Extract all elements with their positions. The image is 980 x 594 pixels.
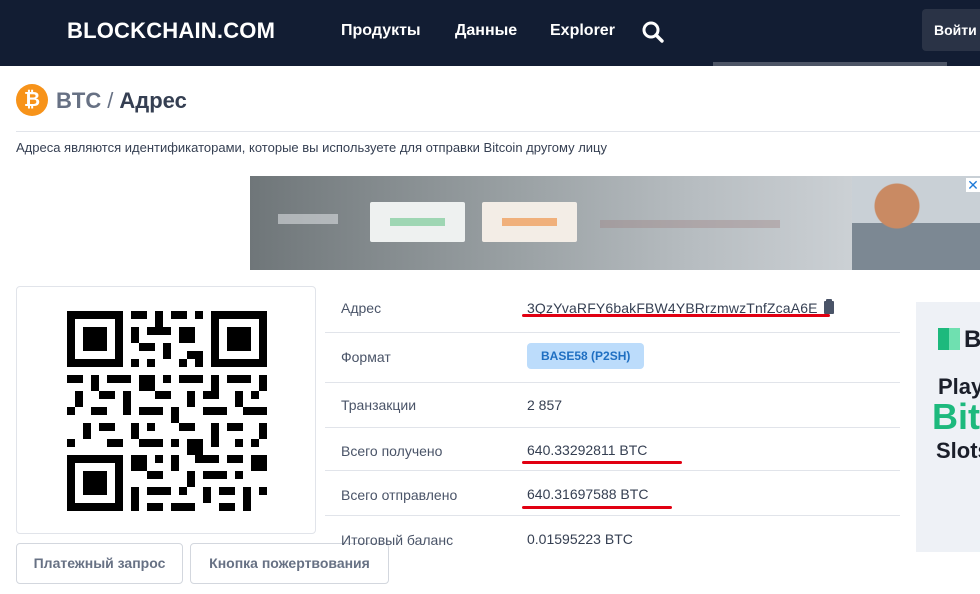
row-total-sent: Всего отправлено 640.31697588 BTC bbox=[325, 471, 900, 516]
row-label: Всего отправлено bbox=[341, 487, 458, 503]
search-icon[interactable] bbox=[640, 19, 666, 45]
nav-products[interactable]: Продукты bbox=[341, 22, 421, 40]
ad-logo-text: B bbox=[964, 326, 980, 353]
ad-close-icon[interactable]: ✕ bbox=[966, 178, 980, 192]
ad-image bbox=[852, 176, 980, 270]
nav-data[interactable]: Данные bbox=[455, 22, 517, 40]
ad-line: Slots bbox=[936, 438, 980, 463]
row-label: Всего получено bbox=[341, 443, 443, 459]
nav-explorer[interactable]: Explorer bbox=[550, 22, 615, 40]
ad-blurred-button bbox=[482, 202, 577, 242]
copy-icon[interactable] bbox=[823, 299, 834, 314]
annotation-underline bbox=[522, 314, 830, 317]
page-description: Адреса являются идентификаторами, которы… bbox=[16, 140, 607, 155]
row-final-balance: Итоговый баланс 0.01595223 BTC bbox=[325, 516, 900, 564]
row-transactions: Транзакции 2 857 bbox=[325, 383, 900, 428]
breadcrumb: BTC / Адрес bbox=[56, 88, 187, 114]
annotation-underline bbox=[522, 461, 682, 464]
row-value: BASE58 (P2SH) bbox=[527, 343, 645, 369]
row-label: Транзакции bbox=[341, 397, 417, 413]
bitcoin-icon: ₿ bbox=[16, 84, 48, 116]
row-total-received: Всего получено 640.33292811 BTC bbox=[325, 428, 900, 471]
row-format: Формат BASE58 (P2SH) bbox=[325, 333, 900, 383]
row-label: Адрес bbox=[341, 300, 382, 316]
row-label: Итоговый баланс bbox=[341, 532, 454, 548]
header-divider bbox=[713, 62, 947, 66]
ad-blurred-button bbox=[370, 202, 465, 242]
row-value: 2 857 bbox=[527, 397, 563, 413]
ad-blurred-text bbox=[278, 214, 338, 224]
row-address: Адрес 3QzYvaRFY6bakFBW4YBRrzmwzTnfZcaA6E bbox=[325, 285, 900, 333]
row-label: Формат bbox=[341, 349, 391, 365]
login-button[interactable]: Войти bbox=[922, 9, 980, 51]
annotation-underline bbox=[522, 506, 672, 509]
qr-code-image bbox=[67, 311, 267, 511]
payment-request-button[interactable]: Платежный запрос bbox=[16, 543, 183, 584]
ad-logo-icon bbox=[938, 328, 960, 350]
row-value: 0.01595223 BTC bbox=[527, 531, 633, 547]
ad-blurred-text bbox=[600, 220, 780, 228]
format-badge: BASE58 (P2SH) bbox=[527, 343, 645, 369]
top-navbar: BLOCKCHAIN.COM Продукты Данные Explorer … bbox=[0, 0, 980, 66]
row-value: 640.31697588 BTC bbox=[527, 486, 649, 502]
ad-line: Bit bbox=[932, 396, 980, 437]
ad-banner[interactable] bbox=[250, 176, 980, 270]
blockchain-logo[interactable]: BLOCKCHAIN.COM bbox=[67, 18, 275, 44]
divider bbox=[16, 131, 980, 132]
page-title: Адрес bbox=[119, 88, 187, 113]
side-ad[interactable]: B Play Bit Slots bbox=[916, 302, 980, 552]
breadcrumb-coin[interactable]: BTC bbox=[56, 88, 101, 113]
row-value: 640.33292811 BTC bbox=[527, 442, 648, 458]
breadcrumb-separator: / bbox=[107, 88, 114, 113]
qr-card bbox=[16, 286, 316, 534]
